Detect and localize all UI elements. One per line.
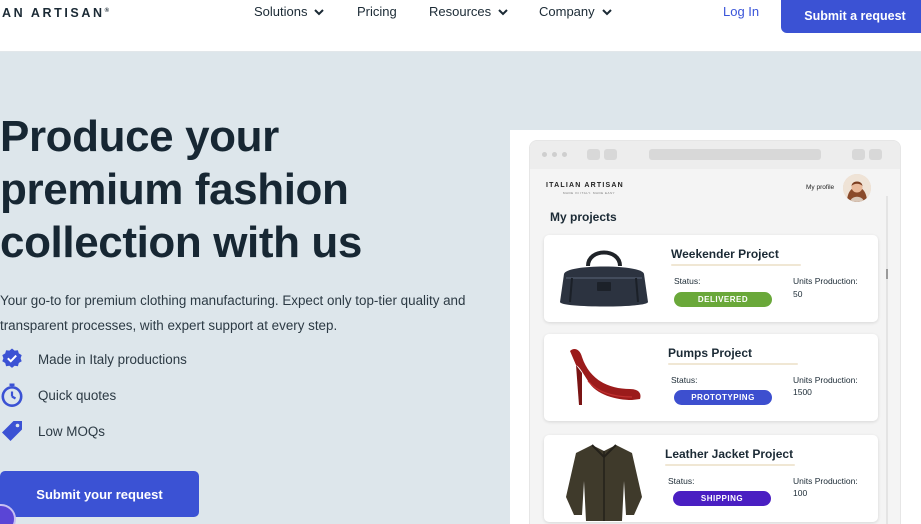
nav-solutions[interactable]: Solutions — [254, 4, 325, 19]
hero-subtitle: Your go-to for premium clothing manufact… — [0, 293, 466, 333]
project-card: Leather Jacket Project Status: SHIPPING … — [544, 435, 878, 522]
units-label: Units Production: — [793, 276, 858, 286]
nav-pricing[interactable]: Pricing — [357, 4, 397, 19]
title-underline — [668, 363, 798, 365]
mockup-tagline: MADE IN ITALY. MADE EASY — [563, 191, 616, 195]
pump-shoe-image — [550, 340, 658, 416]
chevron-down-icon — [601, 8, 612, 15]
status-label: Status: — [668, 476, 695, 486]
nav-solutions-label: Solutions — [254, 4, 308, 19]
project-title: Leather Jacket Project — [665, 447, 794, 461]
price-tag-icon — [0, 419, 24, 443]
units-label: Units Production: — [793, 476, 858, 486]
toolbar-button — [587, 149, 600, 160]
units-value: 100 — [793, 488, 808, 498]
submit-your-request-button[interactable]: Submit your request — [0, 471, 199, 517]
project-card: Pumps Project Status: PROTOTYPING Units … — [544, 334, 878, 421]
toolbar-button — [604, 149, 617, 160]
units-label: Units Production: — [793, 375, 858, 385]
top-navigation: AN ARTISAN® Solutions Pricing Resources … — [0, 0, 921, 52]
hero-title-line: Produce your — [0, 112, 279, 161]
login-link[interactable]: Log In — [723, 4, 759, 19]
my-profile-link: My profile — [806, 184, 835, 191]
hero-title-line: premium fashion — [0, 165, 349, 214]
title-underline — [665, 464, 795, 466]
browser-toolbar — [530, 141, 900, 169]
feature-label: Quick quotes — [38, 387, 117, 403]
nav-resources-label: Resources — [429, 4, 492, 19]
hero-title-line: collection with us — [0, 218, 362, 267]
stopwatch-icon — [0, 383, 24, 407]
hero-title: Produce your premium fashion collection … — [0, 110, 500, 269]
avatar — [843, 174, 871, 202]
toolbar-button — [869, 149, 882, 160]
nav-company[interactable]: Company — [539, 4, 613, 19]
toolbar-button — [852, 149, 865, 160]
mockup-logo: ITALIAN ARTISAN — [546, 182, 624, 189]
feature-made-in-italy: Made in Italy productions — [0, 347, 187, 371]
units-value: 1500 — [793, 387, 812, 397]
status-label: Status: — [671, 375, 698, 385]
scrollbar-thumb — [886, 269, 888, 279]
duffel-bag-image — [550, 241, 658, 317]
window-dot — [562, 152, 567, 157]
feature-low-moqs: Low MOQs — [0, 419, 105, 443]
landing-page: AN ARTISAN® Solutions Pricing Resources … — [0, 0, 921, 524]
feature-quick-quotes: Quick quotes — [0, 383, 116, 407]
scrollbar-track — [886, 196, 888, 524]
window-dot — [542, 152, 547, 157]
project-title: Pumps Project — [668, 346, 753, 360]
project-title: Weekender Project — [671, 247, 779, 261]
status-badge: DELIVERED — [674, 292, 772, 307]
status-badge: SHIPPING — [673, 491, 771, 506]
my-projects-heading: My projects — [550, 210, 617, 224]
feature-label: Low MOQs — [38, 423, 105, 439]
jacket-image — [550, 441, 658, 521]
status-badge: PROTOTYPING — [674, 390, 772, 405]
nav-pricing-label: Pricing — [357, 4, 397, 19]
chevron-down-icon — [314, 8, 325, 15]
brand-logo[interactable]: AN ARTISAN® — [2, 6, 109, 20]
project-card: Weekender Project Status: DELIVERED Unit… — [544, 235, 878, 322]
units-value: 50 — [793, 289, 803, 299]
nav-company-label: Company — [539, 4, 595, 19]
submit-request-button[interactable]: Submit a request — [781, 0, 921, 33]
title-underline — [671, 264, 801, 266]
window-dot — [552, 152, 557, 157]
feature-label: Made in Italy productions — [38, 351, 187, 367]
chevron-down-icon — [498, 8, 508, 15]
status-label: Status: — [674, 276, 701, 286]
nav-resources[interactable]: Resources — [429, 4, 509, 19]
dashboard-mockup: ITALIAN ARTISAN MADE IN ITALY. MADE EASY… — [529, 140, 901, 524]
verified-badge-icon — [0, 347, 24, 371]
address-bar — [649, 149, 821, 160]
